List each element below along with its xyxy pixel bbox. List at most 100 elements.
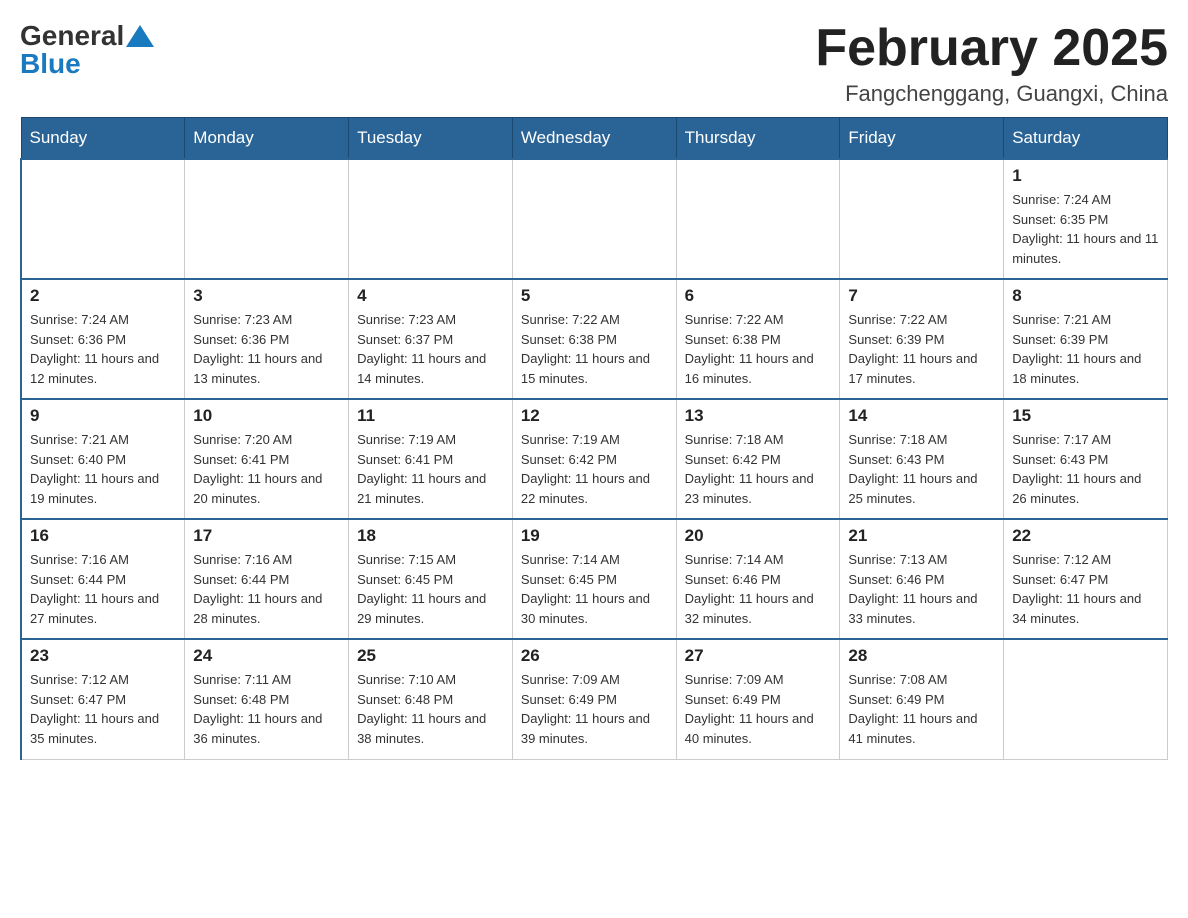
day-number: 17 [193, 526, 340, 546]
day-info: Sunrise: 7:16 AM Sunset: 6:44 PM Dayligh… [30, 550, 176, 628]
calendar-cell: 14 Sunrise: 7:18 AM Sunset: 6:43 PM Dayli… [840, 399, 1004, 519]
day-number: 27 [685, 646, 832, 666]
day-info: Sunrise: 7:14 AM Sunset: 6:45 PM Dayligh… [521, 550, 668, 628]
day-info: Sunrise: 7:16 AM Sunset: 6:44 PM Dayligh… [193, 550, 340, 628]
day-info: Sunrise: 7:09 AM Sunset: 6:49 PM Dayligh… [521, 670, 668, 748]
calendar-cell: 21 Sunrise: 7:13 AM Sunset: 6:46 PM Dayli… [840, 519, 1004, 639]
day-info: Sunrise: 7:23 AM Sunset: 6:36 PM Dayligh… [193, 310, 340, 388]
day-number: 20 [685, 526, 832, 546]
day-number: 19 [521, 526, 668, 546]
day-number: 1 [1012, 166, 1159, 186]
location: Fangchenggang, Guangxi, China [815, 81, 1168, 107]
calendar-cell: 16 Sunrise: 7:16 AM Sunset: 6:44 PM Dayli… [21, 519, 185, 639]
day-info: Sunrise: 7:21 AM Sunset: 6:39 PM Dayligh… [1012, 310, 1159, 388]
calendar-cell: 7Sunrise: 7:22 AM Sunset: 6:39 PM Daylig… [840, 279, 1004, 399]
day-number: 11 [357, 406, 504, 426]
day-number: 16 [30, 526, 176, 546]
calendar-cell [1004, 639, 1168, 759]
day-number: 28 [848, 646, 995, 666]
day-number: 14 [848, 406, 995, 426]
day-of-week-header: Saturday [1004, 118, 1168, 160]
day-number: 8 [1012, 286, 1159, 306]
day-info: Sunrise: 7:10 AM Sunset: 6:48 PM Dayligh… [357, 670, 504, 748]
day-of-week-header: Friday [840, 118, 1004, 160]
day-info: Sunrise: 7:12 AM Sunset: 6:47 PM Dayligh… [30, 670, 176, 748]
calendar-week-row: 1 Sunrise: 7:24 AM Sunset: 6:35 PM Daylig… [21, 159, 1168, 279]
day-number: 5 [521, 286, 668, 306]
day-number: 24 [193, 646, 340, 666]
day-of-week-header: Wednesday [512, 118, 676, 160]
day-info: Sunrise: 7:15 AM Sunset: 6:45 PM Dayligh… [357, 550, 504, 628]
calendar-cell: 18Sunrise: 7:15 AM Sunset: 6:45 PM Dayli… [349, 519, 513, 639]
day-info: Sunrise: 7:21 AM Sunset: 6:40 PM Dayligh… [30, 430, 176, 508]
calendar-cell: 19 Sunrise: 7:14 AM Sunset: 6:45 PM Dayli… [512, 519, 676, 639]
day-number: 4 [357, 286, 504, 306]
calendar-cell [840, 159, 1004, 279]
calendar-cell: 28 Sunrise: 7:08 AM Sunset: 6:49 PM Dayli… [840, 639, 1004, 759]
day-number: 12 [521, 406, 668, 426]
day-of-week-header: Monday [185, 118, 349, 160]
calendar-header-row: SundayMondayTuesdayWednesdayThursdayFrid… [21, 118, 1168, 160]
calendar-cell: 10 Sunrise: 7:20 AM Sunset: 6:41 PM Dayli… [185, 399, 349, 519]
day-of-week-header: Tuesday [349, 118, 513, 160]
day-number: 2 [30, 286, 176, 306]
calendar-cell: 15 Sunrise: 7:17 AM Sunset: 6:43 PM Dayli… [1004, 399, 1168, 519]
day-info: Sunrise: 7:23 AM Sunset: 6:37 PM Dayligh… [357, 310, 504, 388]
month-title: February 2025 [815, 20, 1168, 77]
day-info: Sunrise: 7:20 AM Sunset: 6:41 PM Dayligh… [193, 430, 340, 508]
day-info: Sunrise: 7:17 AM Sunset: 6:43 PM Dayligh… [1012, 430, 1159, 508]
calendar-cell: 2 Sunrise: 7:24 AM Sunset: 6:36 PM Daylig… [21, 279, 185, 399]
day-info: Sunrise: 7:08 AM Sunset: 6:49 PM Dayligh… [848, 670, 995, 748]
calendar-week-row: 2 Sunrise: 7:24 AM Sunset: 6:36 PM Daylig… [21, 279, 1168, 399]
day-number: 9 [30, 406, 176, 426]
calendar-cell [185, 159, 349, 279]
day-info: Sunrise: 7:24 AM Sunset: 6:35 PM Dayligh… [1012, 190, 1159, 268]
calendar-cell: 9 Sunrise: 7:21 AM Sunset: 6:40 PM Daylig… [21, 399, 185, 519]
day-number: 23 [30, 646, 176, 666]
day-info: Sunrise: 7:19 AM Sunset: 6:42 PM Dayligh… [521, 430, 668, 508]
calendar-week-row: 16 Sunrise: 7:16 AM Sunset: 6:44 PM Dayli… [21, 519, 1168, 639]
calendar-cell [349, 159, 513, 279]
day-number: 15 [1012, 406, 1159, 426]
page-header: General Blue February 2025 Fangchenggang… [20, 20, 1168, 107]
calendar-cell: 8 Sunrise: 7:21 AM Sunset: 6:39 PM Daylig… [1004, 279, 1168, 399]
day-number: 10 [193, 406, 340, 426]
day-of-week-header: Sunday [21, 118, 185, 160]
title-section: February 2025 Fangchenggang, Guangxi, Ch… [815, 20, 1168, 107]
day-info: Sunrise: 7:22 AM Sunset: 6:39 PM Dayligh… [848, 310, 995, 388]
calendar-cell: 5Sunrise: 7:22 AM Sunset: 6:38 PM Daylig… [512, 279, 676, 399]
calendar-cell: 22 Sunrise: 7:12 AM Sunset: 6:47 PM Dayli… [1004, 519, 1168, 639]
calendar-cell: 17 Sunrise: 7:16 AM Sunset: 6:44 PM Dayli… [185, 519, 349, 639]
calendar-cell: 24 Sunrise: 7:11 AM Sunset: 6:48 PM Dayli… [185, 639, 349, 759]
day-number: 22 [1012, 526, 1159, 546]
day-info: Sunrise: 7:12 AM Sunset: 6:47 PM Dayligh… [1012, 550, 1159, 628]
day-info: Sunrise: 7:18 AM Sunset: 6:43 PM Dayligh… [848, 430, 995, 508]
day-of-week-header: Thursday [676, 118, 840, 160]
day-number: 25 [357, 646, 504, 666]
day-info: Sunrise: 7:09 AM Sunset: 6:49 PM Dayligh… [685, 670, 832, 748]
day-number: 21 [848, 526, 995, 546]
day-info: Sunrise: 7:24 AM Sunset: 6:36 PM Dayligh… [30, 310, 176, 388]
calendar-cell: 27 Sunrise: 7:09 AM Sunset: 6:49 PM Dayli… [676, 639, 840, 759]
day-info: Sunrise: 7:18 AM Sunset: 6:42 PM Dayligh… [685, 430, 832, 508]
calendar-table: SundayMondayTuesdayWednesdayThursdayFrid… [20, 117, 1168, 760]
day-info: Sunrise: 7:22 AM Sunset: 6:38 PM Dayligh… [685, 310, 832, 388]
calendar-cell: 3 Sunrise: 7:23 AM Sunset: 6:36 PM Daylig… [185, 279, 349, 399]
calendar-cell [21, 159, 185, 279]
calendar-cell: 13Sunrise: 7:18 AM Sunset: 6:42 PM Dayli… [676, 399, 840, 519]
logo-triangle-icon [126, 25, 154, 47]
calendar-cell: 12 Sunrise: 7:19 AM Sunset: 6:42 PM Dayli… [512, 399, 676, 519]
day-number: 3 [193, 286, 340, 306]
calendar-week-row: 9 Sunrise: 7:21 AM Sunset: 6:40 PM Daylig… [21, 399, 1168, 519]
day-info: Sunrise: 7:13 AM Sunset: 6:46 PM Dayligh… [848, 550, 995, 628]
logo: General Blue [20, 20, 154, 80]
calendar-cell: 4 Sunrise: 7:23 AM Sunset: 6:37 PM Daylig… [349, 279, 513, 399]
calendar-cell: 1 Sunrise: 7:24 AM Sunset: 6:35 PM Daylig… [1004, 159, 1168, 279]
calendar-cell: 26Sunrise: 7:09 AM Sunset: 6:49 PM Dayli… [512, 639, 676, 759]
calendar-cell [676, 159, 840, 279]
calendar-cell [512, 159, 676, 279]
day-info: Sunrise: 7:14 AM Sunset: 6:46 PM Dayligh… [685, 550, 832, 628]
day-info: Sunrise: 7:19 AM Sunset: 6:41 PM Dayligh… [357, 430, 504, 508]
calendar-cell: 11 Sunrise: 7:19 AM Sunset: 6:41 PM Dayli… [349, 399, 513, 519]
day-info: Sunrise: 7:11 AM Sunset: 6:48 PM Dayligh… [193, 670, 340, 748]
